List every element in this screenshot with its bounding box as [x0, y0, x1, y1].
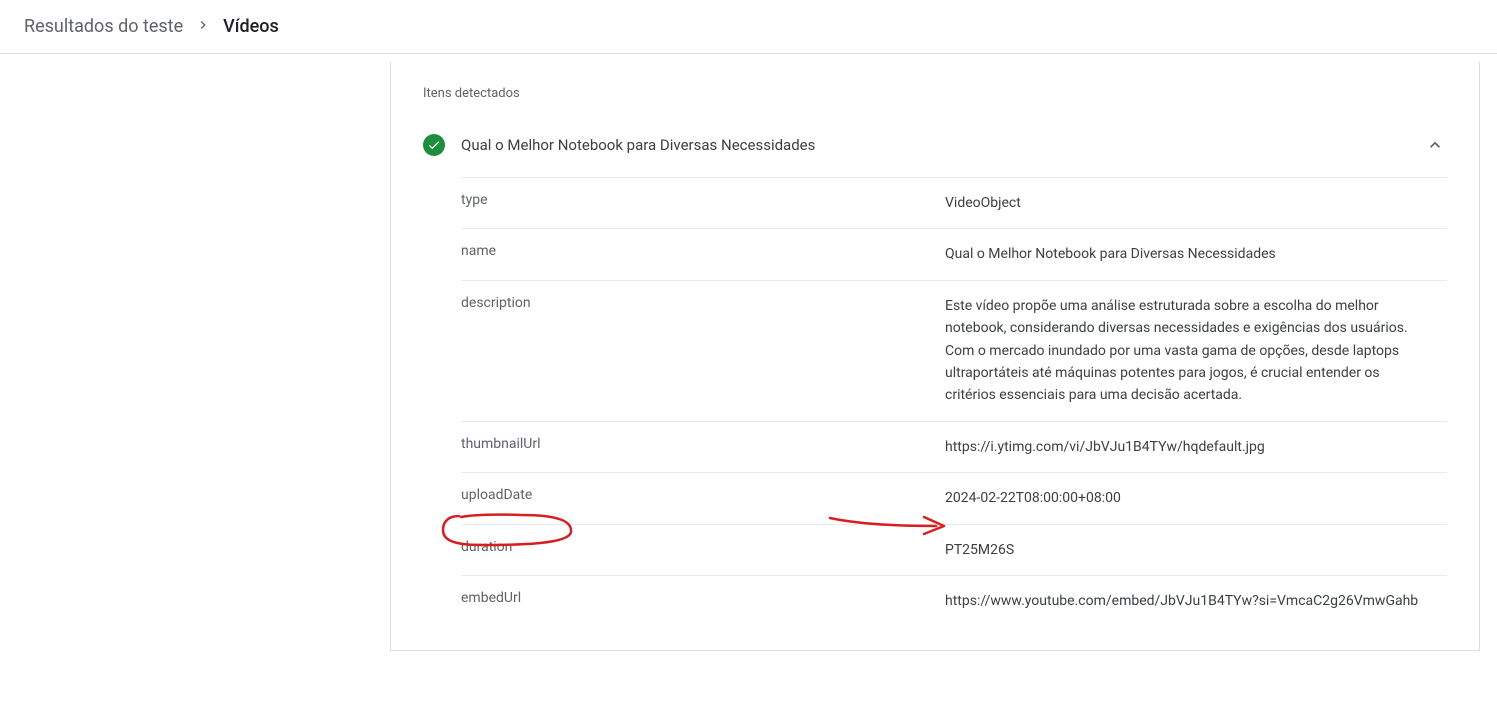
annotation-arrow [828, 512, 948, 540]
property-key: thumbnailUrl [461, 436, 921, 452]
property-value: Este vídeo propõe uma análise estruturad… [945, 295, 1425, 407]
property-key: name [461, 243, 921, 259]
properties-table: type VideoObject name Qual o Melhor Note… [391, 177, 1479, 650]
content-area: Itens detectados Qual o Melhor Notebook … [0, 54, 1497, 651]
property-row: thumbnailUrl https://i.ytimg.com/vi/JbVJ… [461, 421, 1447, 472]
property-value: https://www.youtube.com/embed/JbVJu1B4TY… [945, 590, 1425, 612]
breadcrumb-current: Vídeos [223, 16, 279, 37]
property-value: Qual o Melhor Notebook para Diversas Nec… [945, 243, 1425, 265]
property-value: PT25M26S [945, 539, 1425, 561]
property-key: uploadDate [461, 487, 921, 503]
check-circle-icon [423, 134, 445, 156]
breadcrumb-parent[interactable]: Resultados do teste [24, 16, 183, 37]
property-row: duration PT25M26S [461, 524, 1447, 575]
chevron-right-icon [195, 17, 211, 37]
property-value: https://i.ytimg.com/vi/JbVJu1B4TYw/hqdef… [945, 436, 1425, 458]
property-key: type [461, 192, 921, 208]
section-heading: Itens detectados [391, 62, 1479, 117]
property-value: 2024-02-22T08:00:00+08:00 [945, 487, 1425, 509]
left-spacer [0, 54, 390, 651]
property-row: embedUrl https://www.youtube.com/embed/J… [461, 575, 1447, 626]
property-key: embedUrl [461, 590, 921, 606]
breadcrumb: Resultados do teste Vídeos [0, 0, 1497, 54]
property-value: VideoObject [945, 192, 1425, 214]
property-row: type VideoObject [461, 177, 1447, 228]
chevron-up-icon [1423, 133, 1447, 157]
detected-item-title: Qual o Melhor Notebook para Diversas Nec… [461, 136, 1407, 154]
property-row: description Este vídeo propõe uma anális… [461, 280, 1447, 421]
main-panel: Itens detectados Qual o Melhor Notebook … [390, 62, 1480, 651]
detected-item-header[interactable]: Qual o Melhor Notebook para Diversas Nec… [391, 117, 1479, 177]
property-row: name Qual o Melhor Notebook para Diversa… [461, 228, 1447, 279]
property-key: description [461, 295, 921, 311]
property-row: uploadDate 2024-02-22T08:00:00+08:00 [461, 472, 1447, 523]
annotation-circle [441, 512, 575, 548]
